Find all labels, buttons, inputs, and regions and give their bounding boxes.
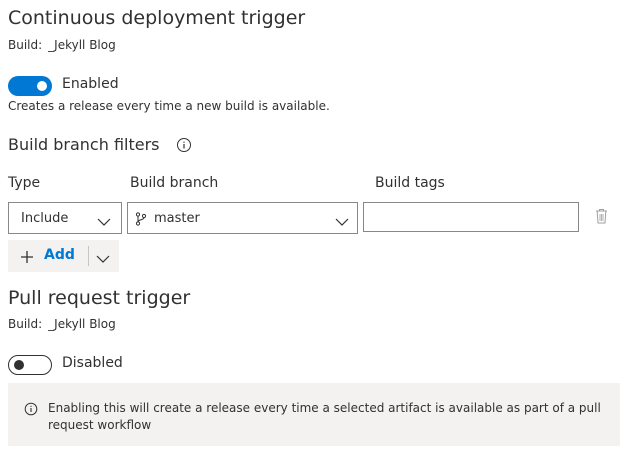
pr-build-line: Build: _Jekyll Blog (8, 317, 116, 331)
cd-enabled-toggle[interactable] (8, 76, 52, 96)
cd-build-label: Build: (8, 38, 43, 52)
pr-info-text: Enabling this will create a release ever… (48, 401, 601, 432)
cd-toggle-label: Enabled (62, 76, 119, 92)
chevron-down-icon[interactable] (96, 250, 110, 269)
branch-dropdown-value: master (154, 211, 200, 226)
build-tags-input[interactable] (363, 202, 579, 232)
pr-trigger-title: Pull request trigger (8, 287, 191, 309)
cd-build-name: _Jekyll Blog (48, 38, 116, 52)
pr-build-name: _Jekyll Blog (48, 317, 116, 331)
split-divider (88, 246, 89, 266)
chevron-down-icon (335, 213, 349, 232)
pr-toggle-label: Disabled (62, 355, 123, 371)
info-icon (24, 401, 38, 420)
branch-filters-title: Build branch filters (8, 135, 160, 154)
branch-icon (135, 211, 147, 230)
type-dropdown-value: Include (21, 211, 69, 226)
cd-build-line: Build: _Jekyll Blog (8, 38, 116, 52)
type-dropdown[interactable]: Include (8, 202, 122, 234)
col-header-type: Type (8, 175, 41, 191)
add-filter-label: Add (44, 247, 75, 263)
col-header-tags: Build tags (375, 175, 445, 191)
pr-info-bar: Enabling this will create a release ever… (8, 383, 620, 446)
pr-disabled-toggle[interactable] (8, 355, 52, 375)
cd-description: Creates a release every time a new build… (8, 99, 330, 113)
branch-dropdown[interactable]: master (127, 202, 358, 234)
plus-icon (20, 249, 34, 268)
pr-build-label: Build: (8, 317, 43, 331)
add-filter-button[interactable]: Add (8, 240, 119, 272)
chevron-down-icon (97, 213, 111, 232)
col-header-branch: Build branch (130, 175, 219, 191)
info-icon[interactable] (176, 137, 192, 153)
trash-icon[interactable] (595, 208, 608, 228)
cd-trigger-title: Continuous deployment trigger (8, 7, 306, 29)
